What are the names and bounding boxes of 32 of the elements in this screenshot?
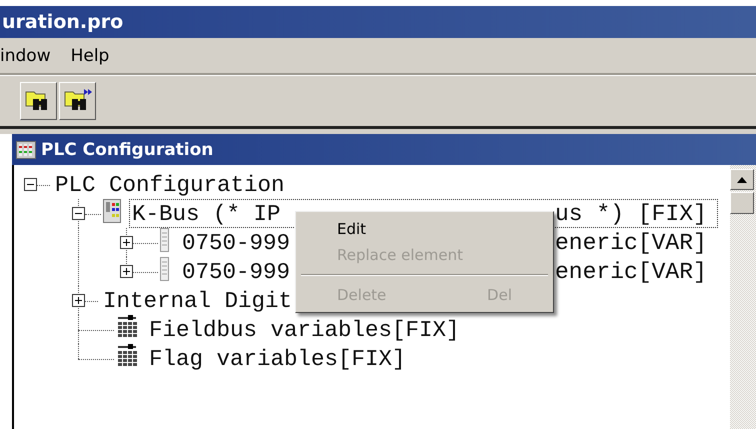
toolbar-button[interactable] bbox=[59, 82, 96, 120]
tree-item-label[interactable]: 0750-999 bbox=[182, 258, 290, 284]
menu-option[interactable]: Edit bbox=[299, 216, 550, 242]
expand-icon[interactable] bbox=[120, 265, 133, 278]
tree-item-label[interactable]: us *) [FIX] bbox=[555, 199, 707, 228]
window-title: uration.pro bbox=[1, 11, 124, 33]
scrollbar[interactable] bbox=[730, 165, 756, 429]
collapse-icon[interactable] bbox=[72, 207, 85, 220]
tree-item-label[interactable]: eneric[VAR] bbox=[555, 228, 707, 257]
grid-icon bbox=[116, 315, 140, 339]
rack-icon bbox=[16, 140, 36, 158]
module-icon bbox=[160, 228, 169, 252]
expand-icon[interactable] bbox=[72, 294, 85, 307]
panel-title: PLC Configuration bbox=[41, 140, 214, 160]
tree-item-label[interactable]: Flag variables[FIX] bbox=[149, 346, 406, 372]
tree-item-label[interactable]: K-Bus (* IP bbox=[132, 200, 281, 226]
tree-item-label[interactable]: 0750-999 bbox=[182, 230, 290, 256]
scroll-thumb[interactable] bbox=[730, 192, 754, 214]
tree-item-label[interactable]: Internal Digit bbox=[103, 288, 292, 314]
module-icon bbox=[160, 257, 169, 281]
tree-item-label[interactable]: PLC Configuration bbox=[55, 172, 285, 198]
collapse-icon[interactable] bbox=[24, 178, 37, 191]
bus-coupler-icon bbox=[103, 199, 121, 223]
menu-item[interactable]: Help bbox=[70, 46, 110, 66]
menu-item[interactable]: indow bbox=[0, 46, 51, 66]
toolbar-button[interactable] bbox=[20, 82, 57, 120]
grid-icon bbox=[116, 344, 140, 368]
expand-icon[interactable] bbox=[120, 236, 133, 249]
tree-item-label[interactable]: eneric[VAR] bbox=[555, 257, 707, 286]
tree-item-label[interactable]: Fieldbus variables[FIX] bbox=[149, 316, 460, 342]
scroll-up-button[interactable] bbox=[730, 169, 754, 190]
up-arrow-icon bbox=[737, 176, 747, 182]
